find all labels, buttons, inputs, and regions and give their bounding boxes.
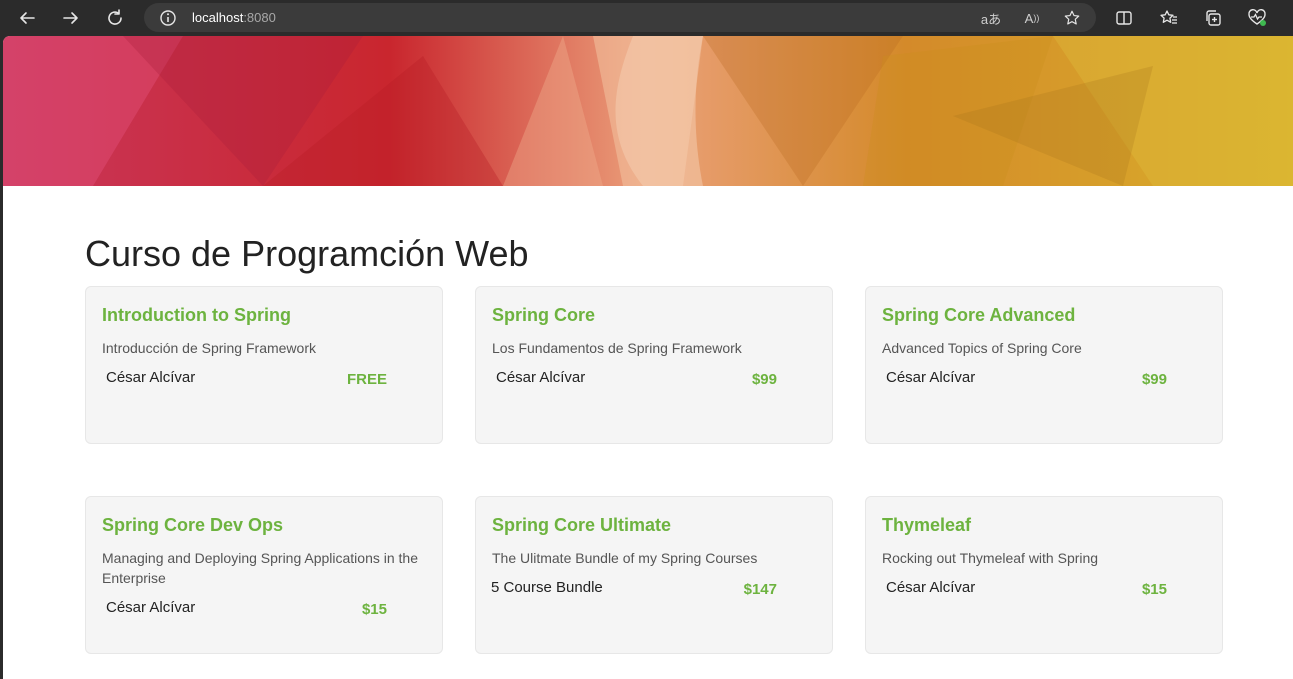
url-text[interactable]: localhost:8080: [192, 10, 276, 25]
favorite-star-icon[interactable]: [1061, 7, 1083, 29]
back-icon[interactable]: [13, 4, 41, 32]
course-author: César Alcívar: [886, 579, 976, 596]
course-title[interactable]: Thymeleaf: [882, 515, 971, 536]
course-title[interactable]: Spring Core Ultimate: [492, 515, 671, 536]
favorites-icon[interactable]: [1155, 4, 1183, 32]
course-description: Los Fundamentos de Spring Framework: [492, 340, 742, 356]
course-price: $15: [361, 601, 387, 618]
course-author: César Alcívar: [496, 369, 586, 386]
course-title[interactable]: Spring Core Advanced: [882, 305, 1075, 326]
address-bar[interactable]: localhost:8080 aあ A)): [144, 3, 1096, 32]
course-card[interactable]: Introduction to Spring Introducción de S…: [85, 286, 443, 444]
forward-icon[interactable]: [57, 4, 85, 32]
course-description: Managing and Deploying Spring Applicatio…: [102, 550, 418, 586]
site-info-icon[interactable]: [158, 8, 178, 28]
translate-glyph: aあ: [980, 11, 1002, 27]
course-card[interactable]: Spring Core Advanced Advanced Topics of …: [865, 286, 1223, 444]
course-card[interactable]: Spring Core Dev Ops Managing and Deployi…: [85, 496, 443, 654]
course-author: César Alcívar: [886, 369, 976, 386]
course-title[interactable]: Spring Core Dev Ops: [102, 515, 283, 536]
course-price: $15: [1141, 581, 1167, 598]
url-host: localhost: [192, 10, 244, 25]
course-description: The Ulitmate Bundle of my Spring Courses: [492, 550, 758, 566]
course-description: Introducción de Spring Framework: [102, 340, 316, 356]
split-screen-icon[interactable]: [1110, 4, 1138, 32]
course-title[interactable]: Introduction to Spring: [102, 305, 291, 326]
course-description: Rocking out Thymeleaf with Spring: [882, 550, 1099, 566]
course-price: $99: [1141, 371, 1167, 388]
course-description: Advanced Topics of Spring Core: [882, 340, 1082, 356]
collections-icon[interactable]: [1199, 4, 1227, 32]
page-title: Curso de Programción Web: [85, 233, 529, 274]
course-card[interactable]: Thymeleaf Rocking out Thymeleaf with Spr…: [865, 496, 1223, 654]
browser-toolbar: localhost:8080 aあ A)): [0, 0, 1293, 36]
translate-icon[interactable]: aあ: [980, 7, 1002, 29]
course-price: FREE: [346, 371, 387, 388]
url-port: :8080: [243, 10, 276, 25]
course-card[interactable]: Spring Core Los Fundamentos de Spring Fr…: [475, 286, 833, 444]
course-price: $147: [743, 581, 777, 598]
course-title[interactable]: Spring Core: [492, 305, 595, 326]
hero-banner-image: [3, 36, 1293, 186]
course-card[interactable]: Spring Core Ultimate The Ulitmate Bundle…: [475, 496, 833, 654]
course-author: 5 Course Bundle: [491, 579, 603, 596]
page-viewport: Curso de Programción Web Introduction to…: [3, 36, 1293, 679]
course-author: César Alcívar: [106, 599, 196, 616]
read-aloud-glyph: A: [1024, 10, 1034, 26]
browser-essentials-icon[interactable]: [1243, 4, 1271, 32]
refresh-icon[interactable]: [101, 4, 129, 32]
course-author: César Alcívar: [106, 369, 196, 386]
course-price: $99: [751, 371, 777, 388]
read-aloud-icon[interactable]: A)): [1021, 7, 1043, 29]
